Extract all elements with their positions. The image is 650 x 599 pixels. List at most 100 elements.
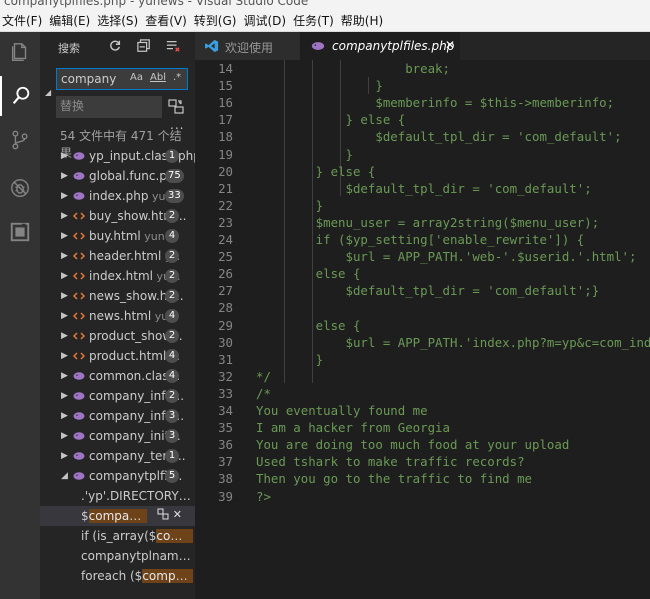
code-line: 34 You eventually found me [195, 402, 650, 419]
menu-item-2[interactable]: 选择(S) [95, 12, 141, 29]
line-text: break; [256, 61, 450, 76]
code-line: 38 Then you go to the traffic to find me [195, 470, 650, 487]
chevron-right-icon[interactable]: ▶ [61, 246, 68, 266]
files-icon[interactable] [0, 32, 40, 72]
line-number: 32 [218, 368, 233, 384]
chevron-right-icon[interactable]: ▶ [61, 446, 68, 466]
chevron-right-icon[interactable]: ▶ [61, 366, 68, 386]
collapse-all-icon[interactable] [136, 38, 152, 54]
file-result-row[interactable]: ▶ global.func.php 75 [40, 166, 195, 186]
chevron-right-icon[interactable]: ▶ [61, 326, 68, 346]
line-number: 22 [218, 197, 233, 213]
code-line: 24 if ($yp_setting['enable_rewrite']) { [195, 231, 650, 248]
chevron-right-icon[interactable]: ▶ [61, 226, 68, 246]
search-icon[interactable] [0, 76, 40, 116]
file-result-row[interactable]: ▶ company_init... 3 [40, 426, 195, 446]
code-view[interactable]: 14 break; 15 } 16 $memberinfo = $this->mem… [195, 60, 650, 599]
chevron-right-icon[interactable]: ▶ [61, 306, 68, 326]
code-line: 33 /* [195, 385, 650, 402]
menu-item-5[interactable]: 调试(D) [241, 12, 289, 29]
replace-all-icon[interactable] [168, 98, 184, 114]
match-case-button[interactable]: Aa [130, 72, 143, 83]
extensions-icon[interactable] [0, 212, 40, 252]
replace-input[interactable] [60, 98, 156, 114]
chevron-down-icon[interactable]: ◢ [61, 466, 68, 486]
tab-companytplfiles[interactable]: companytplfiles.php ✕ [300, 32, 460, 60]
file-name: yp_input.class.php [89, 149, 195, 163]
file-result-row[interactable]: ▶ yp_input.class.php 1 [40, 146, 195, 166]
whole-word-button[interactable]: Abl [150, 72, 166, 83]
file-result-row[interactable]: ▶news.html yu...4 [40, 306, 195, 326]
menu-item-1[interactable]: 编辑(E) [47, 12, 93, 29]
tab-welcome[interactable]: 欢迎使用 [195, 32, 300, 60]
line-text: $url = APP_PATH.'web-'.$userid.'.html'; [256, 249, 637, 265]
file-result-row[interactable]: ▶ buy.html yun... 4 [40, 226, 195, 246]
menu-item-7[interactable]: 帮助(H) [339, 12, 386, 29]
file-result-row[interactable]: ▶ product_show... 2 [40, 326, 195, 346]
file-result-row[interactable]: ▶ news_show.ht... 2 [40, 286, 195, 306]
chevron-right-icon[interactable]: ▶ [61, 186, 68, 206]
dismiss-icon[interactable]: ✕ [173, 508, 182, 521]
line-text: Used tshark to make traffic records? [256, 454, 525, 470]
source-control-icon[interactable] [0, 120, 40, 160]
line-text: $memberinfo = $this->memberinfo; [256, 95, 615, 111]
match-count-badge: 2 [165, 289, 179, 303]
line-text: } [256, 197, 324, 213]
chevron-right-icon[interactable]: ▶ [61, 386, 68, 406]
line-text: $default_tpl_dir = 'com_default';} [256, 283, 600, 299]
match-result-row[interactable]: companytplnames) ... [40, 546, 195, 566]
php-file-icon [73, 450, 85, 462]
menu-item-6[interactable]: 任务(T) [291, 12, 337, 29]
file-result-row[interactable]: ▶ company_info... 3 [40, 406, 195, 426]
file-result-row[interactable]: ▶ company_tem... 1 [40, 446, 195, 466]
match-count-badge: 2 [165, 389, 179, 403]
file-result-row[interactable]: ◢ companytplfil... 5 [40, 466, 195, 486]
chevron-right-icon[interactable]: ▶ [61, 266, 68, 286]
line-text: $url = APP_PATH.'index.php?m=yp&c=com_in… [256, 334, 650, 350]
match-result-row[interactable]: foreach ($companyt... [40, 566, 195, 586]
php-file-icon [73, 150, 85, 162]
line-number: 34 [218, 403, 233, 418]
match-result-row[interactable]: .'yp'.DIRECTORY_SEP... [40, 486, 195, 506]
chevron-right-icon[interactable]: ▶ [61, 166, 68, 186]
match-count-badge: 4 [165, 369, 179, 383]
match-text: $companyt... [81, 509, 147, 523]
search-input[interactable] [61, 71, 123, 87]
file-result-row[interactable]: ▶product.html ...4 [40, 346, 195, 366]
line-text: $default_tpl_dir = 'com_default'; [256, 129, 622, 145]
line-number: 18 [218, 129, 233, 145]
line-text: */ [256, 368, 271, 384]
chevron-right-icon[interactable]: ▶ [61, 406, 68, 426]
menu-item-4[interactable]: 转到(G) [192, 12, 240, 29]
chevron-right-icon[interactable]: ▶ [61, 206, 68, 226]
file-result-row[interactable]: ▶header.html y...2 [40, 246, 195, 266]
debug-icon[interactable] [0, 168, 40, 208]
chevron-right-icon[interactable]: ▶ [61, 146, 68, 166]
chevron-right-icon[interactable]: ▶ [61, 286, 68, 306]
match-result-row[interactable]: $companyt... ✕ [40, 506, 195, 526]
close-icon[interactable]: ✕ [445, 38, 455, 52]
match-result-row[interactable]: if (is_array($compan... [40, 526, 195, 546]
match-highlight: companyt [142, 569, 193, 583]
file-result-row[interactable]: ▶ index.php yu... 33 [40, 186, 195, 206]
code-line: 31 } [195, 351, 650, 368]
toggle-replace-icon[interactable]: ◢ [45, 88, 51, 97]
regex-button[interactable]: .* [173, 72, 181, 83]
clear-results-icon[interactable] [165, 38, 181, 54]
match-count-badge: 3 [165, 429, 179, 443]
menu-bar: 文件(F) 编辑(E) 选择(S) 查看(V) 转到(G) 调试(D) 任务(T) 帮助(H) [0, 10, 650, 32]
replace-icon[interactable] [157, 508, 169, 520]
file-result-row[interactable]: ▶index.html yu...2 [40, 266, 195, 286]
file-result-row[interactable]: ▶ common.clas... 4 [40, 366, 195, 386]
line-text: Then you go to the traffic to find me [256, 471, 533, 487]
chevron-right-icon[interactable]: ▶ [61, 426, 68, 446]
menu-item-3[interactable]: 查看(V) [143, 12, 190, 29]
line-text: } else { [256, 112, 406, 128]
file-result-row[interactable]: ▶ buy_show.htm... 2 [40, 206, 195, 226]
line-text: } [256, 146, 353, 162]
chevron-right-icon[interactable]: ▶ [61, 346, 68, 366]
menu-item-0[interactable]: 文件(F) [0, 12, 45, 29]
line-number: 33 [218, 385, 233, 401]
refresh-icon[interactable] [107, 38, 123, 54]
file-result-row[interactable]: ▶ company_info... 2 [40, 386, 195, 406]
